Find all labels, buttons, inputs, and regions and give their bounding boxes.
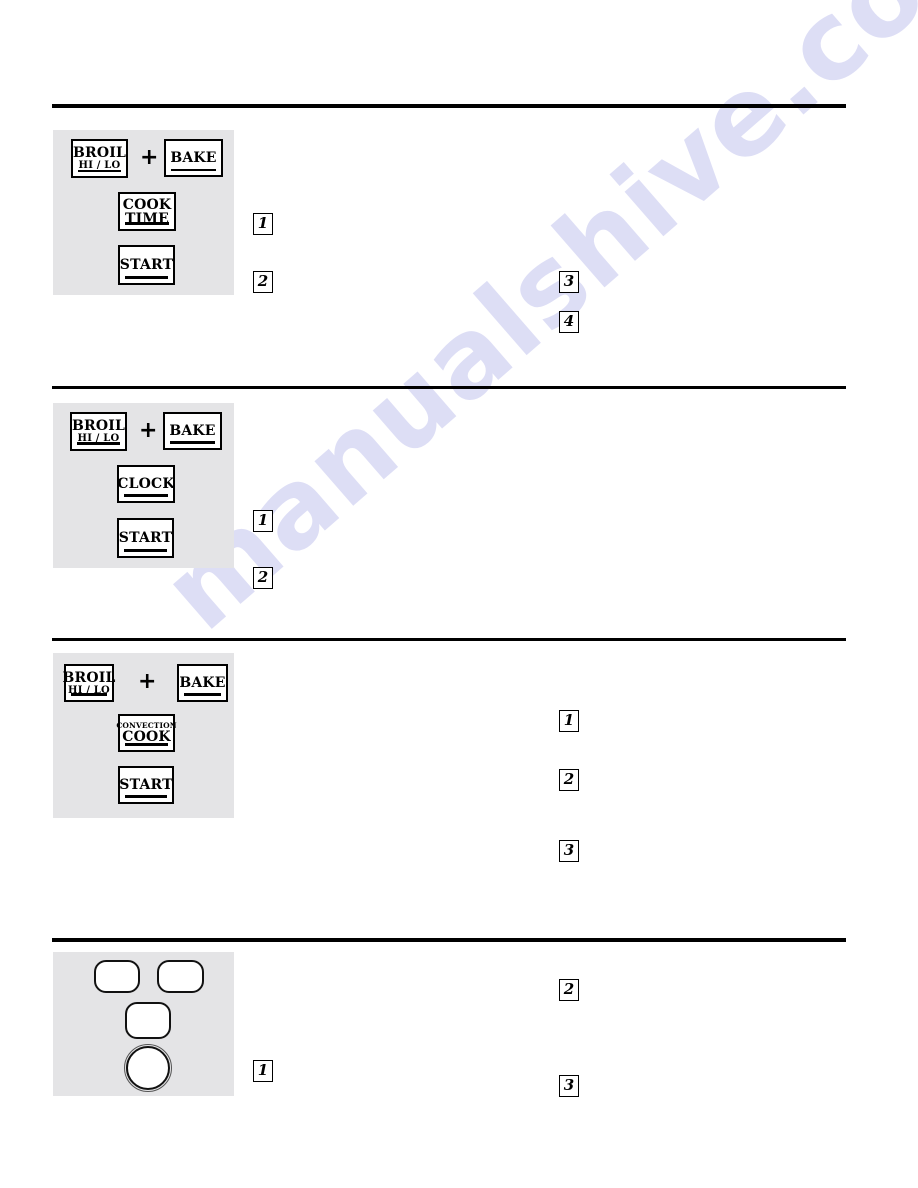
step-marker: 1 [253, 510, 273, 532]
section-divider-3 [52, 638, 846, 641]
control-panel-convection-cook: BROIL HI / LO + BAKE CONVECTION COOK STA… [53, 653, 234, 818]
step-marker: 2 [559, 769, 579, 791]
key-underline-bar [124, 549, 167, 552]
key-underline-bar [125, 743, 168, 746]
blank-key-top-right[interactable] [157, 960, 204, 993]
step-marker: 2 [559, 979, 579, 1001]
key-underline-bar [124, 494, 168, 497]
step-marker: 3 [559, 840, 579, 862]
plus-sign: + [140, 145, 159, 170]
step-marker: 1 [253, 213, 273, 235]
start-key[interactable]: START [117, 518, 174, 558]
bake-key[interactable]: BAKE [177, 664, 228, 702]
manual-page: manualshive.com BROIL HI / LO + BAKE COO… [0, 0, 918, 1188]
broil-hi-lo-key-label: BROIL [71, 418, 126, 434]
blank-key-middle[interactable] [125, 1002, 171, 1039]
start-key[interactable]: START [118, 766, 174, 804]
step-marker: 1 [559, 710, 579, 732]
section-divider-2 [52, 386, 846, 389]
plus-sign: + [138, 669, 157, 694]
clock-key-label: CLOCK [117, 476, 175, 492]
convection-cook-key[interactable]: CONVECTION COOK [116, 714, 177, 752]
key-underline-bar [125, 222, 169, 225]
step-marker: 4 [559, 311, 579, 333]
control-panel-blank-keys [53, 952, 234, 1096]
clock-key[interactable]: CLOCK [117, 465, 175, 503]
broil-hi-lo-key[interactable]: BROIL HI / LO [70, 412, 127, 451]
section-divider-1 [52, 104, 846, 108]
key-underline-bar [77, 442, 120, 445]
key-underline-bar [184, 693, 221, 696]
bake-key-label: BAKE [179, 675, 226, 691]
key-underline-bar [78, 170, 121, 172]
step-marker: 1 [253, 1060, 273, 1082]
step-marker: 2 [253, 271, 273, 293]
broil-hi-lo-key-label: BROIL [72, 145, 127, 161]
key-underline-bar [125, 795, 167, 798]
start-key[interactable]: START [118, 245, 175, 285]
plus-sign: + [139, 418, 158, 443]
broil-hi-lo-key-label: BROIL [62, 669, 116, 686]
key-underline-bar [125, 276, 168, 279]
watermark-text: manualshive.com [140, 0, 918, 655]
bake-key[interactable]: BAKE [163, 412, 222, 450]
control-panel-clock: BROIL HI / LO + BAKE CLOCK START [53, 403, 234, 568]
key-underline-bar [171, 169, 216, 171]
bake-key-label: BAKE [170, 150, 217, 166]
control-panel-cook-time: BROIL HI / LO + BAKE COOK TIME START [53, 130, 234, 295]
step-marker: 3 [559, 1075, 579, 1097]
bake-key[interactable]: BAKE [164, 139, 223, 177]
cook-time-key-label: COOK [122, 196, 172, 213]
start-key-label: START [118, 530, 173, 546]
start-key-label: START [119, 257, 174, 273]
start-key-label: START [119, 777, 173, 793]
blank-key-top-left[interactable] [94, 960, 140, 993]
step-marker: 2 [253, 567, 273, 589]
broil-hi-lo-key[interactable]: BROIL HI / LO [71, 139, 128, 178]
convection-cook-key-label: COOK [122, 728, 171, 745]
key-underline-bar [170, 441, 215, 444]
key-underline-bar [71, 693, 107, 696]
step-marker: 3 [559, 271, 579, 293]
bake-key-label: BAKE [169, 423, 216, 439]
section-divider-4 [52, 938, 846, 942]
cook-time-key[interactable]: COOK TIME [118, 192, 176, 231]
broil-hi-lo-key[interactable]: BROIL HI / LO [62, 664, 116, 702]
blank-round-key[interactable] [124, 1044, 172, 1092]
